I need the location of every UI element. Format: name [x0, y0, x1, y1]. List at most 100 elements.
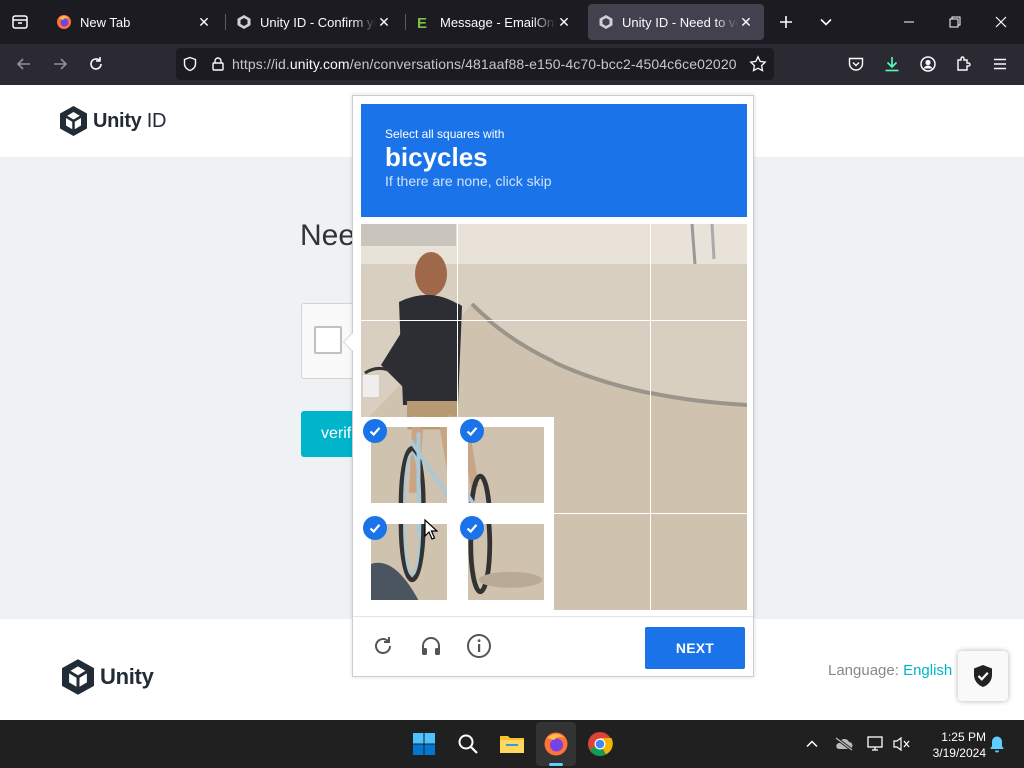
close-window-button[interactable] [978, 0, 1024, 44]
bell-icon [990, 736, 1004, 753]
recaptcha-badge[interactable] [958, 651, 1008, 701]
audio-challenge-button[interactable] [416, 631, 446, 661]
tile-image [651, 321, 747, 417]
captcha-tile[interactable] [361, 417, 457, 513]
tab-unity-confirm[interactable]: Unity ID - Confirm your ✕ [226, 4, 402, 40]
captcha-tile[interactable] [554, 224, 650, 320]
lock-icon[interactable] [204, 50, 232, 78]
shield-check-icon [974, 665, 992, 687]
firefox-taskbar-button[interactable] [540, 728, 572, 760]
forward-button[interactable] [46, 50, 74, 78]
tile-image [361, 224, 457, 320]
chrome-taskbar-button[interactable] [584, 728, 616, 760]
captcha-tile[interactable] [651, 321, 747, 417]
recaptcha-checkbox[interactable] [314, 326, 342, 354]
start-button[interactable] [408, 728, 440, 760]
firefox-view-button[interactable] [4, 6, 36, 38]
new-tab-button[interactable] [774, 10, 798, 34]
tile-image [651, 224, 747, 320]
unity-logo-icon [60, 106, 87, 136]
image-tile-grid [361, 224, 747, 610]
captcha-tile[interactable] [458, 224, 554, 320]
chrome-icon [588, 732, 613, 757]
url-text[interactable]: https://id.unity.com/en/conversations/48… [232, 56, 744, 72]
captcha-tile[interactable] [458, 514, 554, 610]
reload-button[interactable] [82, 50, 110, 78]
tab-new-tab[interactable]: New Tab ✕ [46, 4, 222, 40]
close-tab-icon[interactable]: ✕ [196, 14, 212, 31]
next-button[interactable]: NEXT [645, 627, 745, 669]
show-hidden-icons-button[interactable] [802, 734, 822, 754]
close-tab-icon[interactable]: ✕ [556, 14, 572, 31]
network-tray-icon[interactable] [866, 734, 886, 754]
volume-tray-icon[interactable] [892, 734, 912, 754]
search-button[interactable] [452, 728, 484, 760]
onedrive-tray-icon[interactable] [834, 734, 854, 754]
restore-button[interactable] [932, 0, 978, 44]
minimize-button[interactable] [886, 0, 932, 44]
system-clock[interactable]: 1:25 PM 3/19/2024 [918, 729, 986, 761]
cloud-off-icon [835, 736, 853, 752]
tab-title: New Tab [80, 14, 131, 30]
url-bar[interactable]: https://id.unity.com/en/conversations/48… [176, 48, 774, 80]
puzzle-icon [957, 56, 971, 71]
challenge-footer: NEXT [353, 616, 753, 677]
captcha-tile[interactable] [361, 224, 457, 320]
tile-image [554, 514, 650, 610]
pocket-button[interactable] [842, 50, 870, 78]
captcha-tile[interactable] [651, 224, 747, 320]
pocket-icon [848, 57, 864, 71]
tile-image [458, 224, 554, 320]
captcha-tile[interactable] [554, 417, 650, 513]
challenge-instruction: Select all squares with [385, 127, 505, 141]
tile-image [361, 321, 457, 417]
captcha-tile[interactable] [458, 321, 554, 417]
account-icon [920, 56, 936, 72]
captcha-tile[interactable] [458, 417, 554, 513]
challenge-header: Select all squares with bicycles If ther… [361, 104, 747, 217]
tracking-protection-shield-icon[interactable] [176, 50, 204, 78]
back-button[interactable] [10, 50, 38, 78]
tile-image [554, 224, 650, 320]
captcha-tile[interactable] [361, 514, 457, 610]
challenge-target: bicycles [385, 142, 488, 172]
language-selector[interactable]: Language: English [828, 662, 952, 679]
file-explorer-button[interactable] [496, 728, 528, 760]
active-app-indicator [549, 763, 563, 766]
bookmark-star-icon[interactable] [744, 50, 772, 78]
captcha-challenge-dialog: Select all squares with bicycles If ther… [343, 95, 754, 677]
clock-time: 1:25 PM [941, 730, 986, 744]
extensions-button[interactable] [950, 50, 978, 78]
language-label: Language: [828, 662, 899, 679]
downloads-button[interactable] [878, 50, 906, 78]
chevron-down-icon [820, 18, 832, 26]
minimize-icon [904, 21, 914, 23]
headphones-icon [422, 637, 440, 655]
captcha-tile[interactable] [361, 321, 457, 417]
app-menu-button[interactable] [986, 50, 1014, 78]
account-button[interactable] [914, 50, 942, 78]
tab-emailondeck[interactable]: E Message - EmailOnDeck ✕ [406, 4, 582, 40]
unity-icon [236, 14, 252, 30]
checkmark-icon [460, 419, 484, 443]
close-tab-icon[interactable]: ✕ [738, 14, 754, 31]
close-tab-icon[interactable]: ✕ [376, 14, 392, 31]
reload-challenge-button[interactable] [368, 631, 398, 661]
unity-footer-logo[interactable]: Unity [62, 659, 154, 695]
captcha-tile[interactable] [651, 514, 747, 610]
list-all-tabs-button[interactable] [814, 10, 838, 34]
download-icon [885, 57, 899, 72]
unity-id-logo[interactable]: Unity ID [60, 106, 166, 136]
clock-date: 3/19/2024 [932, 746, 986, 760]
info-icon [467, 634, 491, 658]
unity-icon [598, 14, 614, 30]
captcha-tile[interactable] [554, 514, 650, 610]
windows-taskbar: 1:25 PM 3/19/2024 [0, 720, 1024, 768]
help-button[interactable] [464, 631, 494, 661]
captcha-tile[interactable] [554, 321, 650, 417]
captcha-tile[interactable] [651, 417, 747, 513]
notifications-button[interactable] [987, 734, 1007, 754]
navigation-toolbar: https://id.unity.com/en/conversations/48… [0, 44, 1024, 85]
tab-unity-verify[interactable]: Unity ID - Need to verify ✕ [588, 4, 764, 40]
speaker-muted-icon [893, 736, 910, 752]
